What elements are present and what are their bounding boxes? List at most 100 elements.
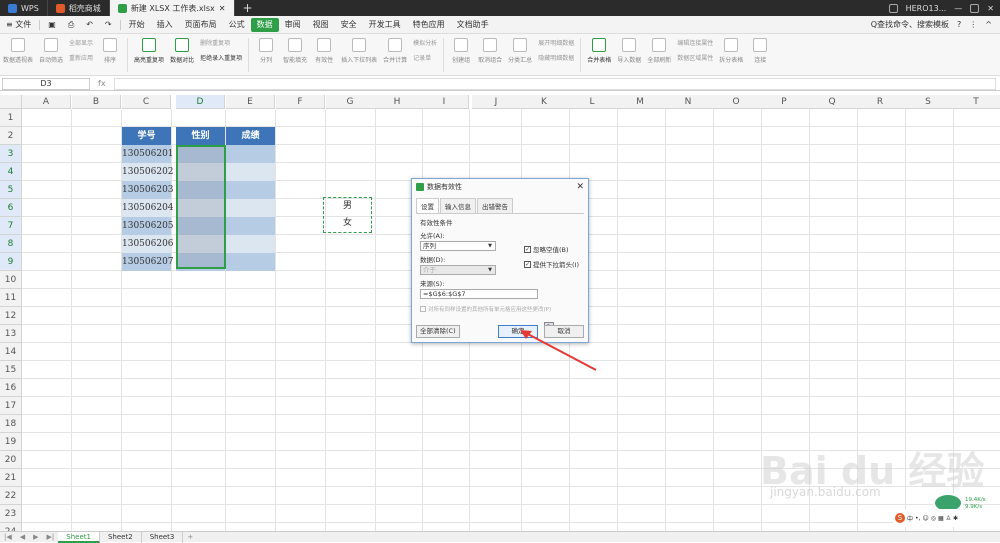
menu-review[interactable]: 审阅 (279, 18, 307, 32)
smart-fill-button[interactable]: 智能填充 (283, 38, 307, 64)
auto-filter-button[interactable]: 自动筛选 (39, 38, 63, 64)
ignore-blank-checkbox[interactable]: ✓ 忽略空值(B) (524, 244, 569, 254)
menu-doc-assistant[interactable]: 文档助手 (451, 18, 495, 32)
formula-input[interactable] (113, 77, 996, 90)
sheet-tab-2[interactable]: Sheet2 (100, 531, 142, 543)
tab-workbook[interactable]: 新建 XLSX 工作表.xlsx ✕ (109, 0, 235, 16)
source-input[interactable]: =$G$6:$G$7 (420, 289, 538, 299)
selected-range[interactable] (176, 145, 226, 269)
column-header-f[interactable]: F (276, 95, 325, 109)
row-header-12[interactable]: 12 (0, 307, 22, 325)
split-column-button[interactable]: 分列 (255, 38, 277, 64)
row-header-5[interactable]: 5 (0, 181, 22, 199)
last-sheet-icon[interactable]: ▶| (43, 533, 59, 541)
student-id-cell[interactable]: 130506206 (122, 235, 174, 253)
score-cell[interactable] (226, 199, 275, 217)
data-compare-button[interactable]: 数据对比 (170, 38, 194, 64)
first-sheet-icon[interactable]: |◀ (0, 533, 16, 541)
score-cell[interactable] (226, 163, 275, 181)
menu-view[interactable]: 视图 (307, 18, 335, 32)
row-header-8[interactable]: 8 (0, 235, 22, 253)
tab-wps[interactable]: WPS (0, 0, 48, 16)
menu-features[interactable]: 特色应用 (407, 18, 451, 32)
row-header-1[interactable]: 1 (0, 109, 22, 127)
column-header-n[interactable]: N (664, 95, 713, 109)
more-icon[interactable]: ⋮ (969, 20, 977, 29)
column-header-a[interactable]: A (22, 95, 71, 109)
keyboard-icon[interactable]: ▦ (938, 515, 944, 522)
next-sheet-icon[interactable]: ▶ (29, 533, 42, 541)
student-id-cell[interactable]: 130506203 (122, 181, 174, 199)
score-cell[interactable] (226, 217, 275, 235)
cell-g7[interactable]: 女 (324, 215, 371, 232)
microphone-icon[interactable]: ◎ (931, 515, 936, 522)
column-header-b[interactable]: B (72, 95, 121, 109)
column-header-g[interactable]: G (326, 95, 375, 109)
edit-connection-button[interactable]: 编辑连接属性 (677, 38, 713, 47)
sort-button[interactable]: 排序 (99, 38, 121, 64)
new-tab-button[interactable]: + (235, 1, 261, 15)
show-all-button[interactable]: 全部显示 (69, 38, 93, 47)
score-cell[interactable] (226, 181, 275, 199)
menu-formula[interactable]: 公式 (223, 18, 251, 32)
create-group-button[interactable]: 创建组 (450, 38, 472, 64)
punctuation-icon[interactable]: •, (915, 515, 920, 522)
select-all-corner[interactable] (0, 95, 22, 109)
column-header-p[interactable]: P (760, 95, 809, 109)
redo-icon[interactable]: ↷ (99, 18, 118, 32)
row-header-14[interactable]: 14 (0, 343, 22, 361)
tab-error-alert[interactable]: 出错警告 (477, 198, 513, 213)
row-header-15[interactable]: 15 (0, 361, 22, 379)
column-header-e[interactable]: E (226, 95, 275, 109)
row-header-23[interactable]: 23 (0, 505, 22, 523)
sogou-icon[interactable]: S (895, 513, 905, 523)
column-header-k[interactable]: K (520, 95, 569, 109)
help-icon[interactable]: ? (957, 20, 961, 29)
name-box[interactable]: D3 (2, 77, 90, 90)
row-header-18[interactable]: 18 (0, 415, 22, 433)
cell-g6[interactable]: 男 (324, 198, 371, 215)
score-cell[interactable] (226, 235, 275, 253)
close-tab-icon[interactable]: ✕ (219, 4, 226, 13)
print-icon[interactable]: ⎙ (62, 18, 80, 32)
hide-detail-button[interactable]: 隐藏明细数据 (538, 53, 574, 62)
undo-icon[interactable]: ↶ (80, 18, 99, 32)
row-header-11[interactable]: 11 (0, 289, 22, 307)
row-header-20[interactable]: 20 (0, 451, 22, 469)
column-header-s[interactable]: S (904, 95, 953, 109)
pivot-table-button[interactable]: 数据透视表 (3, 38, 33, 64)
student-id-cell[interactable]: 130506201 (122, 145, 174, 163)
row-header-3[interactable]: 3 (0, 145, 22, 163)
column-header-d[interactable]: D (176, 95, 225, 109)
column-header-r[interactable]: R (856, 95, 905, 109)
ungroup-button[interactable]: 取消组合 (478, 38, 502, 64)
emoji-icon[interactable]: ☺ (922, 515, 928, 522)
column-header-o[interactable]: O (712, 95, 761, 109)
student-id-cell[interactable]: 130506202 (122, 163, 174, 181)
close-icon[interactable]: ✕ (576, 182, 584, 192)
column-header-q[interactable]: Q (808, 95, 857, 109)
split-table-button[interactable]: 拆分表格 (719, 38, 743, 64)
record-form-button[interactable]: 记录单 (413, 53, 437, 62)
menu-home[interactable]: 开始 (123, 18, 151, 32)
validity-button[interactable]: 有效性 (313, 38, 335, 64)
prev-sheet-icon[interactable]: ◀ (16, 533, 29, 541)
row-header-16[interactable]: 16 (0, 379, 22, 397)
tab-settings[interactable]: 设置 (416, 198, 439, 213)
student-id-cell[interactable]: 130506207 (122, 253, 174, 271)
consolidate-button[interactable]: 合并计算 (383, 38, 407, 64)
score-cell[interactable] (226, 145, 275, 163)
tab-docer[interactable]: 稻壳商城 (48, 0, 110, 16)
merge-tables-button[interactable]: 合并表格 (587, 38, 611, 64)
row-header-4[interactable]: 4 (0, 163, 22, 181)
student-id-cell[interactable]: 130506204 (122, 199, 174, 217)
clear-all-button[interactable]: 全部清除(C) (416, 324, 460, 338)
reapply-button[interactable]: 重新应用 (69, 53, 93, 62)
maximize-icon[interactable] (970, 3, 980, 13)
table-header-cell[interactable]: 性别 (176, 127, 225, 145)
column-header-t[interactable]: T (952, 95, 1000, 109)
collapse-ribbon-icon[interactable]: ^ (985, 20, 992, 29)
user-icon[interactable]: ♙ (946, 515, 951, 522)
row-header-10[interactable]: 10 (0, 271, 22, 289)
layout-icon[interactable] (888, 3, 898, 13)
